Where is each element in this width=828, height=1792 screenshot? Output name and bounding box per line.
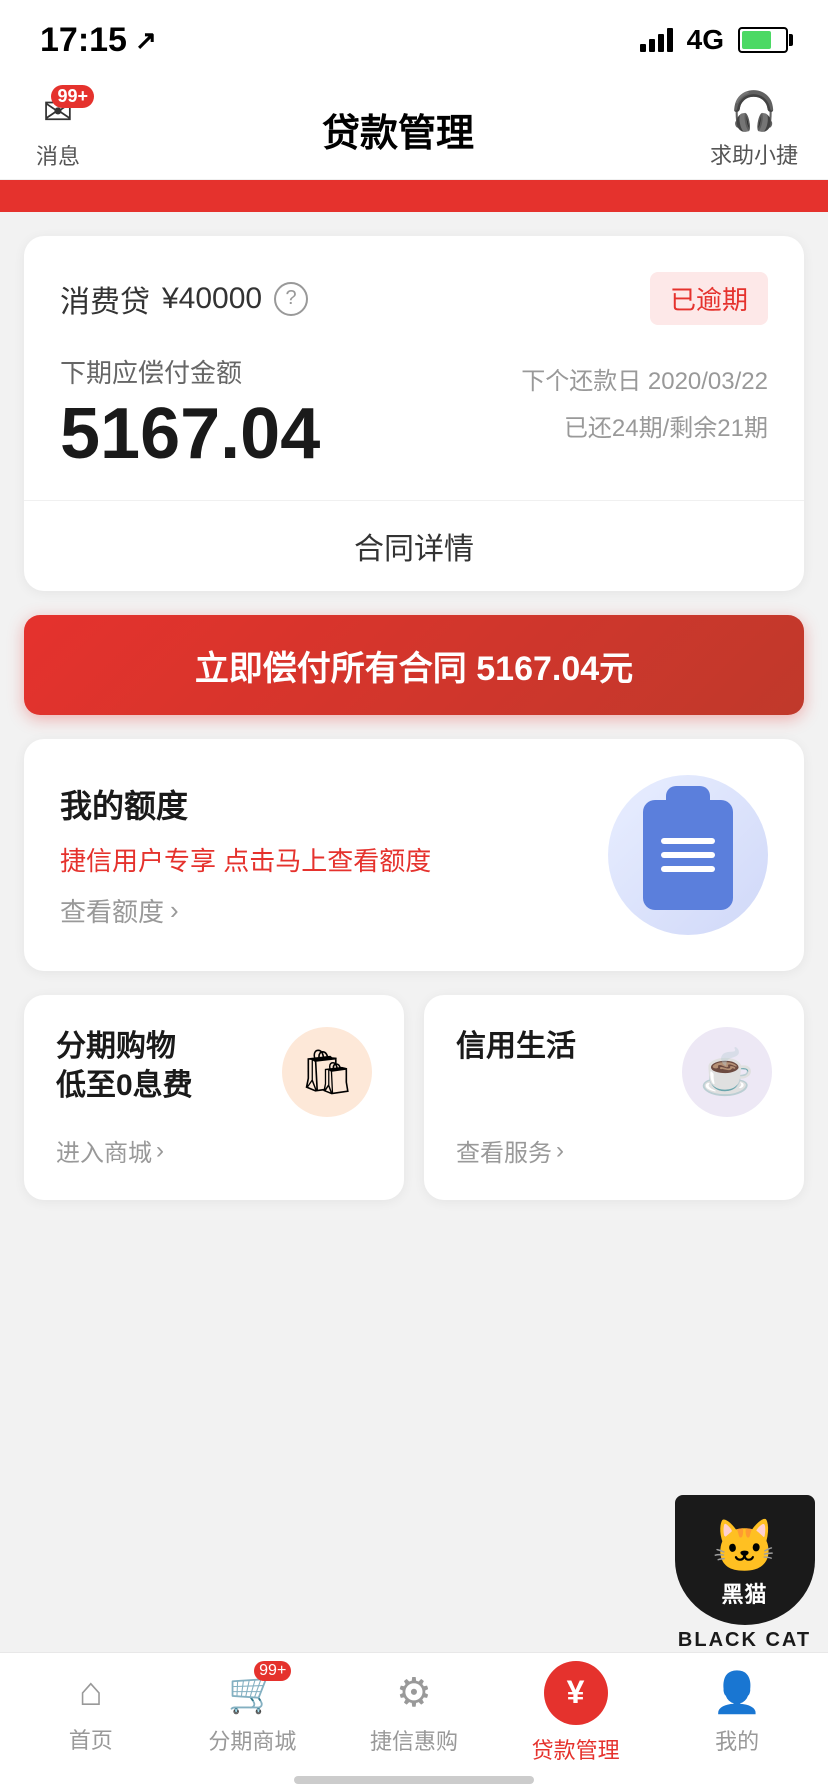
status-time: 17:15 ↗ bbox=[40, 21, 157, 60]
bottom-tab-bar: ⌂ 首页 🛒 99+ 分期商城 ⚙ 捷信惠购 ¥ 贷款管理 👤 我的 bbox=[0, 1652, 828, 1792]
credit-life-card: 信用生活 ☕ 查看服务 › bbox=[424, 995, 804, 1200]
clipboard-line bbox=[661, 838, 715, 844]
tab-mall-label: 分期商城 bbox=[208, 1724, 296, 1756]
repay-button-label: 立即偿付所有合同 5167.04元 bbox=[195, 641, 633, 690]
credit-link[interactable]: 查看额度 › bbox=[60, 892, 431, 929]
home-indicator bbox=[294, 1776, 534, 1784]
person-icon: 👤 bbox=[712, 1669, 762, 1716]
credit-life-title: 信用生活 bbox=[456, 1027, 576, 1066]
next-date-label: 下个还款日 bbox=[521, 368, 641, 395]
battery-icon bbox=[738, 27, 788, 53]
location-icon: ↗ bbox=[135, 25, 157, 56]
contract-detail-button[interactable]: 合同详情 bbox=[60, 501, 768, 591]
message-button[interactable]: ✉ 99+ 消息 bbox=[30, 89, 86, 171]
tab-mall[interactable]: 🛒 99+ 分期商城 bbox=[172, 1669, 334, 1756]
bag-icon: 🛍 bbox=[299, 1046, 355, 1098]
help-label: 求助小捷 bbox=[710, 138, 798, 170]
credit-link-label: 查看额度 bbox=[60, 892, 164, 929]
shopping-card-title: 分期购物低至0息费 bbox=[56, 1027, 193, 1105]
black-cat-shield: 🐱 黑猫 bbox=[675, 1495, 815, 1625]
shopping-card-top: 分期购物低至0息费 🛍 bbox=[56, 1027, 372, 1117]
loan-type-info: 消费贷 ¥40000 ? bbox=[60, 277, 308, 321]
periods-text: 已还24期/剩余21期 bbox=[521, 408, 768, 443]
credit-life-link-label: 查看服务 bbox=[456, 1133, 552, 1168]
headset-icon: 🎧 bbox=[730, 90, 777, 134]
repay-all-button[interactable]: 立即偿付所有合同 5167.04元 bbox=[24, 615, 804, 715]
credit-icon-wrap bbox=[608, 775, 768, 935]
home-icon: ⌂ bbox=[79, 1670, 103, 1715]
page-title: 贷款管理 bbox=[322, 102, 474, 157]
time-display: 17:15 bbox=[40, 21, 127, 60]
next-date-value: 2020/03/22 bbox=[648, 368, 768, 395]
clipboard-line bbox=[661, 866, 715, 872]
tab-mine-label: 我的 bbox=[715, 1724, 759, 1756]
bottom-cards-row: 分期购物低至0息费 🛍 进入商城 › 信用生活 ☕ 查看服务 › bbox=[24, 995, 804, 1200]
black-cat-watermark: 🐱 黑猫 BLACK CAT bbox=[661, 1488, 828, 1652]
coffee-icon: ☕ bbox=[700, 1046, 755, 1098]
chevron-right-icon: › bbox=[170, 895, 179, 926]
cart-badge: 99+ bbox=[254, 1661, 291, 1681]
loan-card-body: 下期应偿付金额 5167.04 下个还款日 2020/03/22 已还24期/剩… bbox=[60, 353, 768, 470]
black-cat-text: BLACK CAT bbox=[678, 1629, 811, 1652]
status-bar: 17:15 ↗ 4G bbox=[0, 0, 828, 80]
due-amount: 5167.04 bbox=[60, 398, 320, 470]
signal-icon bbox=[640, 28, 673, 52]
loan-amount-section: 下期应偿付金额 5167.04 bbox=[60, 353, 320, 470]
credit-life-card-top: 信用生活 ☕ bbox=[456, 1027, 772, 1117]
tab-benefits-label: 捷信惠购 bbox=[370, 1724, 458, 1756]
bag-icon-wrap: 🛍 bbox=[282, 1027, 372, 1117]
tab-mine[interactable]: 👤 我的 bbox=[656, 1669, 818, 1756]
coffee-icon-wrap: ☕ bbox=[682, 1027, 772, 1117]
gear-icon: ⚙ bbox=[396, 1670, 432, 1716]
red-banner bbox=[0, 180, 828, 212]
clipboard-icon bbox=[643, 800, 733, 910]
tab-benefits[interactable]: ⚙ 捷信惠购 bbox=[333, 1670, 495, 1756]
contract-detail-label: 合同详情 bbox=[354, 524, 474, 568]
status-icons: 4G bbox=[640, 24, 788, 56]
tab-home[interactable]: ⌂ 首页 bbox=[10, 1670, 172, 1755]
battery-fill bbox=[742, 31, 771, 49]
main-content: 消费贷 ¥40000 ? 已逾期 下期应偿付金额 5167.04 下个还款日 2… bbox=[0, 212, 828, 1200]
mall-badge-wrap: 🛒 99+ bbox=[227, 1669, 277, 1716]
credit-sub[interactable]: 捷信用户专享 点击马上查看额度 bbox=[60, 841, 431, 878]
loan-card: 消费贷 ¥40000 ? 已逾期 下期应偿付金额 5167.04 下个还款日 2… bbox=[24, 236, 804, 591]
clipboard-line bbox=[661, 852, 715, 858]
cat-emoji: 🐱 bbox=[712, 1521, 777, 1573]
chevron-right-icon: › bbox=[556, 1137, 564, 1165]
overdue-badge: 已逾期 bbox=[650, 272, 768, 325]
tab-loan-mgmt[interactable]: ¥ 贷款管理 bbox=[495, 1661, 657, 1765]
hei-mao-label: 黑猫 bbox=[721, 1577, 767, 1609]
loan-amount: ¥40000 bbox=[162, 282, 262, 316]
tab-loan-label: 贷款管理 bbox=[532, 1733, 620, 1765]
shopping-card: 分期购物低至0息费 🛍 进入商城 › bbox=[24, 995, 404, 1200]
loan-type-name: 消费贷 bbox=[60, 277, 150, 321]
message-badge: 99+ bbox=[51, 85, 94, 108]
due-label: 下期应偿付金额 bbox=[60, 353, 320, 390]
message-label: 消息 bbox=[36, 139, 80, 171]
credit-life-link[interactable]: 查看服务 › bbox=[456, 1133, 772, 1168]
shopping-link[interactable]: 进入商城 › bbox=[56, 1133, 372, 1168]
help-button[interactable]: 🎧 求助小捷 bbox=[710, 90, 798, 170]
tab-home-label: 首页 bbox=[69, 1723, 113, 1755]
credit-limit-card: 我的额度 捷信用户专享 点击马上查看额度 查看额度 › bbox=[24, 739, 804, 971]
chevron-right-icon: › bbox=[156, 1137, 164, 1165]
help-circle-icon[interactable]: ? bbox=[274, 282, 308, 316]
yuan-icon: ¥ bbox=[544, 1661, 608, 1725]
shopping-link-label: 进入商城 bbox=[56, 1133, 152, 1168]
credit-info: 我的额度 捷信用户专享 点击马上查看额度 查看额度 › bbox=[60, 781, 431, 929]
credit-title: 我的额度 bbox=[60, 781, 431, 827]
loan-date-section: 下个还款日 2020/03/22 已还24期/剩余21期 bbox=[521, 353, 768, 443]
network-label: 4G bbox=[687, 24, 724, 56]
message-icon-wrap: ✉ 99+ bbox=[30, 89, 86, 135]
clipboard-lines bbox=[661, 838, 715, 872]
nav-header: ✉ 99+ 消息 贷款管理 🎧 求助小捷 bbox=[0, 80, 828, 180]
next-date-row: 下个还款日 2020/03/22 bbox=[521, 361, 768, 396]
loan-card-header: 消费贷 ¥40000 ? 已逾期 bbox=[60, 272, 768, 325]
